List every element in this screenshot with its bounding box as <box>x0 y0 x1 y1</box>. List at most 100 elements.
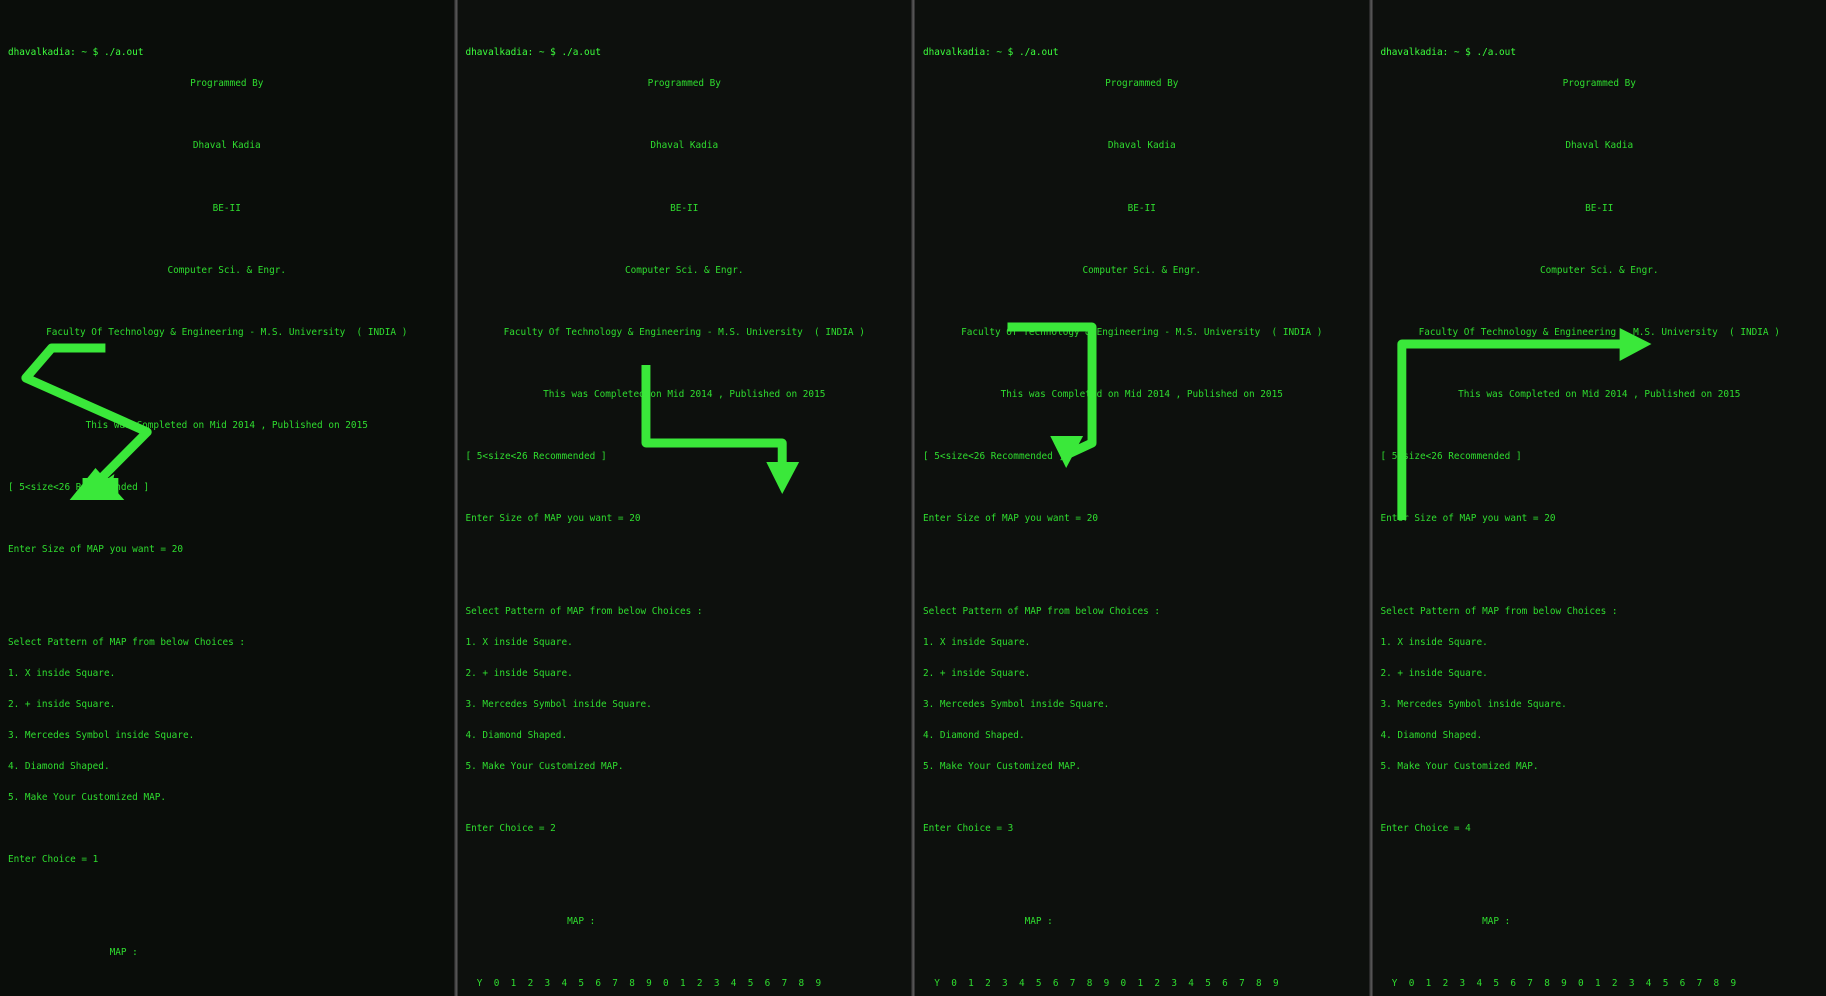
pattern-option-4[interactable]: 4. Diamond Shaped. <box>8 761 446 772</box>
pattern-option-3[interactable]: 3. Mercedes Symbol inside Square. <box>1381 699 1819 710</box>
size-prompt-label: Enter Size of MAP you want = <box>465 512 630 524</box>
banner-line-4: Computer Sci. & Engr. <box>1082 264 1202 276</box>
pattern-header: Select Pattern of MAP from below Choices… <box>923 605 1161 617</box>
terminal-body-3: dhavalkadia: ~ $ ./a.out Programmed By D… <box>923 28 1361 996</box>
banner-line-5: Faculty Of Technology & Engineering - M.… <box>46 326 408 338</box>
pattern-option-4[interactable]: 4. Diamond Shaped. <box>1381 730 1819 741</box>
map-label-text: MAP : <box>1482 916 1511 928</box>
banner-line-1: Programmed By <box>647 78 721 90</box>
banner-line-2: Dhaval Kadia <box>650 140 719 152</box>
pattern-option-4[interactable]: 4. Diamond Shaped. <box>466 730 904 741</box>
pattern-option-2[interactable]: 2. + inside Square. <box>466 668 904 679</box>
banner-line-4: Computer Sci. & Engr. <box>1539 264 1659 276</box>
size-prompt-label: Enter Size of MAP you want = <box>8 543 172 555</box>
size-input-value[interactable]: 20 <box>1087 513 1098 524</box>
pattern-option-1[interactable]: 1. X inside Square. <box>8 668 446 679</box>
banner-line-2: Dhaval Kadia <box>192 140 261 152</box>
pattern-option-3[interactable]: 3. Mercedes Symbol inside Square. <box>8 730 446 741</box>
shell-prompt-line: dhavalkadia: ~ $ ./a.out <box>923 47 1059 59</box>
banner-line-6: This was Completed on Mid 2014 , Publish… <box>85 419 368 431</box>
pattern-option-4[interactable]: 4. Diamond Shaped. <box>923 730 1361 741</box>
map-column-header-text: Y 0 1 2 3 4 5 6 7 8 9 0 1 2 3 4 5 6 7 8 … <box>476 978 822 990</box>
banner-line-6: This was Completed on Mid 2014 , Publish… <box>1000 388 1283 400</box>
terminal-body-4: dhavalkadia: ~ $ ./a.out Programmed By D… <box>1381 28 1819 996</box>
banner-line-3: BE-II <box>1127 202 1156 214</box>
size-hint: [ 5<size<26 Recommended ] <box>465 450 607 462</box>
banner-line-4: Computer Sci. & Engr. <box>167 264 287 276</box>
choice-prompt-label: Enter Choice = <box>465 823 551 835</box>
shell-prompt-line: dhavalkadia: ~ $ ./a.out <box>1380 47 1516 59</box>
map-column-header: Y 0 1 2 3 4 5 6 7 8 9 0 1 2 3 4 5 6 7 8 … <box>1381 979 1819 989</box>
banner-line-6: This was Completed on Mid 2014 , Publish… <box>543 388 826 400</box>
pattern-option-3[interactable]: 3. Mercedes Symbol inside Square. <box>923 699 1361 710</box>
banner-line-1: Programmed By <box>190 78 264 90</box>
terminal-body-1: dhavalkadia: ~ $ ./a.out Programmed By D… <box>8 28 446 996</box>
size-hint: [ 5<size<26 Recommended ] <box>8 481 150 493</box>
terminal-panel-4: dhavalkadia: ~ $ ./a.out Programmed By D… <box>1372 0 1826 996</box>
banner-line-3: BE-II <box>212 202 241 214</box>
choice-prompt-line: Enter Choice = 2 <box>465 823 904 835</box>
pattern-option-5[interactable]: 5. Make Your Customized MAP. <box>466 761 904 772</box>
banner-line-5: Faculty Of Technology & Engineering - M.… <box>503 326 865 338</box>
choice-prompt-line: Enter Choice = 4 <box>1380 823 1819 835</box>
size-prompt-label: Enter Size of MAP you want = <box>923 512 1087 524</box>
choice-prompt-label: Enter Choice = <box>1380 823 1466 835</box>
pattern-header: Select Pattern of MAP from below Choices… <box>8 636 246 648</box>
pattern-option-5[interactable]: 5. Make Your Customized MAP. <box>8 792 446 803</box>
banner-line-2: Dhaval Kadia <box>1565 140 1634 152</box>
pattern-option-2[interactable]: 2. + inside Square. <box>923 668 1361 679</box>
banner-line-3: BE-II <box>1585 202 1614 214</box>
banner-line-2: Dhaval Kadia <box>1107 140 1176 152</box>
size-hint: [ 5<size<26 Recommended ] <box>923 450 1065 462</box>
map-label: MAP : <box>923 917 1361 927</box>
pattern-option-1[interactable]: 1. X inside Square. <box>466 637 904 648</box>
shell-prompt-line: dhavalkadia: ~ $ ./a.out <box>8 47 144 59</box>
size-input-value[interactable]: 20 <box>629 513 640 524</box>
banner-line-4: Computer Sci. & Engr. <box>624 264 744 276</box>
map-column-header-text: Y 0 1 2 3 4 5 6 7 8 9 0 1 2 3 4 5 6 7 8 … <box>1391 978 1737 990</box>
map-column-header-text: Y 0 1 2 3 4 5 6 7 8 9 0 1 2 3 4 5 6 7 8 … <box>934 978 1279 990</box>
pattern-option-5[interactable]: 5. Make Your Customized MAP. <box>1381 761 1819 772</box>
choice-prompt-line: Enter Choice = 1 <box>8 855 446 865</box>
terminal-panel-3: dhavalkadia: ~ $ ./a.out Programmed By D… <box>915 0 1369 996</box>
map-label: MAP : <box>8 948 446 958</box>
pattern-option-2[interactable]: 2. + inside Square. <box>8 699 446 710</box>
choice-prompt-line: Enter Choice = 3 <box>923 823 1361 834</box>
map-label: MAP : <box>1381 917 1819 927</box>
size-prompt-label: Enter Size of MAP you want = <box>1380 512 1545 524</box>
banner-line-3: BE-II <box>670 202 699 214</box>
choice-input-value[interactable]: 4 <box>1465 823 1471 834</box>
map-label: MAP : <box>466 917 904 927</box>
pattern-option-5[interactable]: 5. Make Your Customized MAP. <box>923 761 1361 772</box>
pattern-option-1[interactable]: 1. X inside Square. <box>1381 637 1819 648</box>
size-hint: [ 5<size<26 Recommended ] <box>1380 450 1522 462</box>
pattern-option-3[interactable]: 3. Mercedes Symbol inside Square. <box>466 699 904 710</box>
terminal-body-2: dhavalkadia: ~ $ ./a.out Programmed By D… <box>466 28 904 996</box>
banner-line-5: Faculty Of Technology & Engineering - M.… <box>1418 326 1780 338</box>
size-input-value[interactable]: 20 <box>172 544 183 555</box>
size-prompt-line: Enter Size of MAP you want = 20 <box>923 512 1361 524</box>
size-input-value[interactable]: 20 <box>1544 513 1555 524</box>
choice-prompt-label: Enter Choice = <box>8 854 93 866</box>
map-label-text: MAP : <box>1024 916 1053 928</box>
size-prompt-line: Enter Size of MAP you want = 20 <box>8 543 446 555</box>
banner-line-6: This was Completed on Mid 2014 , Publish… <box>1458 388 1741 400</box>
map-column-header: Y 0 1 2 3 4 5 6 7 8 9 0 1 2 3 4 5 6 7 8 … <box>923 979 1361 989</box>
banner-line-1: Programmed By <box>1562 78 1636 90</box>
pattern-header: Select Pattern of MAP from below Choices… <box>1380 605 1618 617</box>
map-label-text: MAP : <box>567 916 596 928</box>
map-column-header: Y 0 1 2 3 4 5 6 7 8 9 0 1 2 3 4 5 6 7 8 … <box>466 979 904 989</box>
map-label-text: MAP : <box>109 947 138 959</box>
size-prompt-line: Enter Size of MAP you want = 20 <box>1380 512 1819 524</box>
pattern-option-2[interactable]: 2. + inside Square. <box>1381 668 1819 679</box>
banner-line-1: Programmed By <box>1105 78 1179 90</box>
terminal-panel-1: dhavalkadia: ~ $ ./a.out Programmed By D… <box>0 0 454 996</box>
terminal-montage: dhavalkadia: ~ $ ./a.out Programmed By D… <box>0 0 1826 996</box>
terminal-panel-2: dhavalkadia: ~ $ ./a.out Programmed By D… <box>457 0 911 996</box>
choice-input-value[interactable]: 1 <box>93 854 99 865</box>
shell-prompt-line: dhavalkadia: ~ $ ./a.out <box>465 47 601 59</box>
pattern-header: Select Pattern of MAP from below Choices… <box>465 605 703 617</box>
choice-input-value[interactable]: 2 <box>550 823 556 834</box>
choice-input-value[interactable]: 3 <box>1008 823 1014 834</box>
pattern-option-1[interactable]: 1. X inside Square. <box>923 637 1361 648</box>
